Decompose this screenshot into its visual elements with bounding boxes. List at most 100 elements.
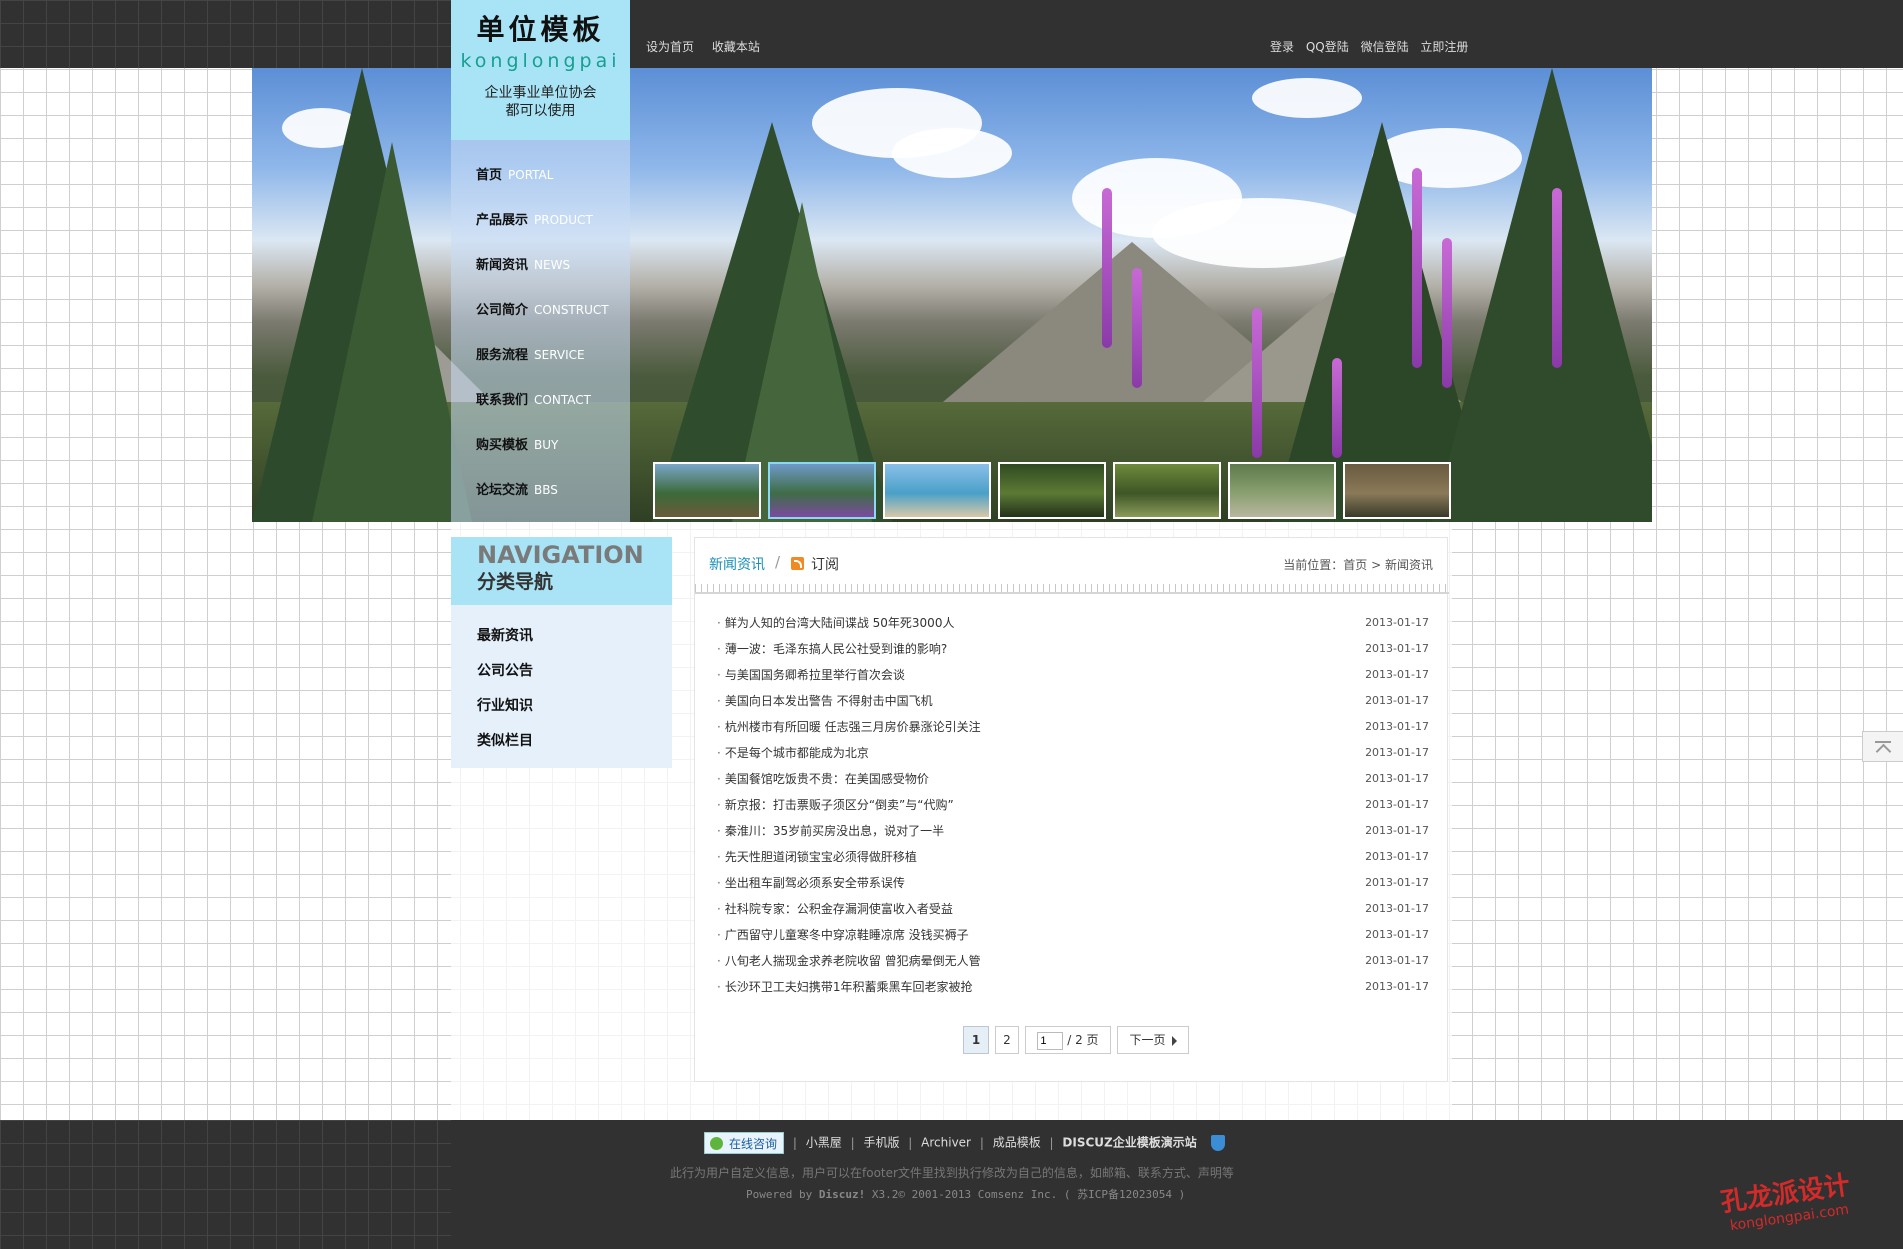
footer-link-archiver[interactable]: Archiver bbox=[921, 1136, 971, 1150]
news-title-link[interactable]: 广西留守儿童寒冬中穿凉鞋睡凉席 没钱买褥子 bbox=[725, 928, 969, 942]
section-title-link[interactable]: 新闻资讯 bbox=[709, 554, 765, 574]
bookmark-site-link[interactable]: 收藏本站 bbox=[712, 40, 760, 54]
news-title-link[interactable]: 美国餐馆吃饭贵不贵：在美国感受物价 bbox=[725, 772, 929, 786]
page-1-button[interactable]: 1 bbox=[963, 1026, 989, 1054]
security-shield-icon[interactable] bbox=[1210, 1135, 1225, 1151]
list-item: · 新京报：打击票贩子须区分“倒卖”与“代购” 2013-01-17 bbox=[717, 792, 1429, 818]
content-header: 新闻资讯 / 订阅 当前位置：首页 > 新闻资讯 bbox=[709, 553, 1433, 584]
news-date: 2013-01-17 bbox=[1365, 824, 1429, 837]
nav-item-en: CONSTRUCT bbox=[534, 303, 609, 317]
list-item: · 社科院专家：公积金存漏洞使富收入者受益 2013-01-17 bbox=[717, 896, 1429, 922]
page-jump: / 2 页 bbox=[1025, 1026, 1111, 1054]
category-item-industry[interactable]: 行业知识 bbox=[451, 689, 672, 724]
next-page-label: 下一页 bbox=[1129, 1033, 1166, 1047]
news-title-link[interactable]: 鲜为人知的台湾大陆间谍战 50年死3000人 bbox=[725, 616, 955, 630]
next-page-button[interactable]: 下一页 bbox=[1117, 1026, 1189, 1054]
subscribe-link[interactable]: 订阅 bbox=[811, 554, 839, 574]
qq-login-link[interactable]: QQ登陆 bbox=[1306, 40, 1349, 54]
page-jump-input[interactable] bbox=[1037, 1031, 1064, 1050]
news-title-link[interactable]: 长沙环卫工夫妇携带1年积蓄乘黑车回老家被抢 bbox=[725, 980, 973, 994]
footer-links: 在线咨询 | 小黑屋 | 手机版 | Archiver | 成品模板 | DIS… bbox=[704, 1132, 1225, 1156]
nav-item-product[interactable]: 产品展示 PRODUCT bbox=[476, 209, 593, 229]
news-content-panel: 新闻资讯 / 订阅 当前位置：首页 > 新闻资讯 · 鲜为人知的台湾大陆间谍战 5… bbox=[694, 537, 1449, 1082]
list-item: · 秦淮川：35岁前买房没出息，说对了一半 2013-01-17 bbox=[717, 818, 1429, 844]
category-nav-title-en: NAVIGATION bbox=[477, 541, 644, 569]
news-date: 2013-01-17 bbox=[1365, 772, 1429, 785]
category-item-latest[interactable]: 最新资讯 bbox=[451, 619, 672, 654]
banner-thumb-4[interactable] bbox=[998, 462, 1106, 519]
nav-item-en: PORTAL bbox=[508, 168, 554, 182]
breadcrumb-home[interactable]: 首页 bbox=[1343, 558, 1367, 572]
news-title-link[interactable]: 与美国国务卿希拉里举行首次会谈 bbox=[725, 668, 905, 682]
news-title-link[interactable]: 八旬老人揣现金求养老院收留 曾犯病晕倒无人管 bbox=[725, 954, 981, 968]
top-bar-grid-pattern bbox=[0, 0, 451, 68]
footer: 在线咨询 | 小黑屋 | 手机版 | Archiver | 成品模板 | DIS… bbox=[0, 1120, 1903, 1249]
banner-thumb-5[interactable] bbox=[1113, 462, 1221, 519]
category-item-announcements[interactable]: 公司公告 bbox=[451, 654, 672, 689]
wechat-login-link[interactable]: 微信登陆 bbox=[1361, 40, 1409, 54]
banner-thumb-3[interactable] bbox=[883, 462, 991, 519]
logo-tagline: 企业事业单位协会 都可以使用 bbox=[451, 84, 630, 120]
nav-item-en: SERVICE bbox=[534, 348, 585, 362]
list-item: · 不是每个城市都能成为北京 2013-01-17 bbox=[717, 740, 1429, 766]
news-title-link[interactable]: 杭州楼市有所回暖 任志强三月房价暴涨论引关注 bbox=[725, 720, 981, 734]
news-date: 2013-01-17 bbox=[1365, 798, 1429, 811]
news-date: 2013-01-17 bbox=[1365, 642, 1429, 655]
list-item: · 坐出租车副驾必须系安全带系误传 2013-01-17 bbox=[717, 870, 1429, 896]
footer-link-blacklist[interactable]: 小黑屋 bbox=[806, 1136, 842, 1150]
news-date: 2013-01-17 bbox=[1365, 720, 1429, 733]
news-title-link[interactable]: 社科院专家：公积金存漏洞使富收入者受益 bbox=[725, 902, 953, 916]
set-homepage-link[interactable]: 设为首页 bbox=[646, 40, 694, 54]
news-title-link[interactable]: 美国向日本发出警告 不得射击中国飞机 bbox=[725, 694, 933, 708]
nav-item-en: BUY bbox=[534, 438, 559, 452]
login-link[interactable]: 登录 bbox=[1270, 40, 1294, 54]
footer-link-demo-site[interactable]: DISCUZ企业模板演示站 bbox=[1062, 1136, 1196, 1150]
logo-tagline-line-2: 都可以使用 bbox=[505, 103, 576, 119]
news-date: 2013-01-17 bbox=[1365, 616, 1429, 629]
list-item: · 广西留守儿童寒冬中穿凉鞋睡凉席 没钱买褥子 2013-01-17 bbox=[717, 922, 1429, 948]
nav-item-construct[interactable]: 公司简介 CONSTRUCT bbox=[476, 299, 609, 319]
footer-sep: | bbox=[908, 1135, 913, 1150]
page-2-button[interactable]: 2 bbox=[995, 1026, 1019, 1054]
news-title-link[interactable]: 新京报：打击票贩子须区分“倒卖”与“代购” bbox=[725, 798, 954, 812]
news-title-link[interactable]: 坐出租车副驾必须系安全带系误传 bbox=[725, 876, 905, 890]
footer-link-mobile[interactable]: 手机版 bbox=[863, 1136, 899, 1150]
banner-thumb-6[interactable] bbox=[1228, 462, 1336, 519]
online-consult-button[interactable]: 在线咨询 bbox=[704, 1132, 785, 1154]
top-right-links: 登录 QQ登陆 微信登陆 立即注册 bbox=[1270, 38, 1476, 55]
page-total-label: / 2 页 bbox=[1067, 1033, 1099, 1047]
footer-link-templates[interactable]: 成品模板 bbox=[993, 1136, 1041, 1150]
top-bar: 设为首页 收藏本站 登录 QQ登陆 微信登陆 立即注册 bbox=[0, 0, 1903, 68]
nav-item-cn: 产品展示 bbox=[476, 213, 529, 228]
nav-item-cn: 新闻资讯 bbox=[476, 258, 529, 273]
category-item-similar[interactable]: 类似栏目 bbox=[451, 724, 672, 759]
news-title-link[interactable]: 先天性胆道闭锁宝宝必须得做肝移植 bbox=[725, 850, 917, 864]
nav-item-service[interactable]: 服务流程 SERVICE bbox=[476, 344, 585, 364]
back-to-top-icon[interactable] bbox=[1862, 731, 1903, 762]
news-date: 2013-01-17 bbox=[1365, 980, 1429, 993]
icp-link[interactable]: ( 苏ICP备12023054 ) bbox=[1064, 1188, 1185, 1201]
nav-item-portal[interactable]: 首页 PORTAL bbox=[476, 164, 553, 184]
banner-thumb-7[interactable] bbox=[1343, 462, 1451, 519]
list-item: · 杭州楼市有所回暖 任志强三月房价暴涨论引关注 2013-01-17 bbox=[717, 714, 1429, 740]
powered-brand-link[interactable]: Discuz! bbox=[819, 1188, 865, 1201]
site-logo[interactable]: 单位模板 konglongpai 企业事业单位协会 都可以使用 bbox=[451, 0, 630, 140]
news-title-link[interactable]: 不是每个城市都能成为北京 bbox=[725, 746, 869, 760]
banner-thumb-1[interactable] bbox=[653, 462, 761, 519]
main-navigation: 首页 PORTAL 产品展示 PRODUCT 新闻资讯 NEWS 公司简介 CONSTR… bbox=[451, 140, 630, 522]
nav-item-buy[interactable]: 购买模板 BUY bbox=[476, 434, 558, 454]
footer-sep: | bbox=[850, 1135, 855, 1150]
breadcrumb-prefix: 当前位置： bbox=[1283, 558, 1344, 572]
breadcrumb-current[interactable]: 新闻资讯 bbox=[1385, 558, 1433, 572]
news-title-link[interactable]: 秦淮川：35岁前买房没出息，说对了一半 bbox=[725, 824, 944, 838]
banner-thumb-2[interactable] bbox=[768, 462, 876, 519]
news-title-link[interactable]: 薄一波：毛泽东搞人民公社受到谁的影响? bbox=[725, 642, 947, 656]
rss-icon[interactable] bbox=[791, 557, 804, 570]
list-item: · 先天性胆道闭锁宝宝必须得做肝移植 2013-01-17 bbox=[717, 844, 1429, 870]
nav-item-bbs[interactable]: 论坛交流 BBS bbox=[476, 479, 558, 499]
nav-item-contact[interactable]: 联系我们 CONTACT bbox=[476, 389, 591, 409]
news-date: 2013-01-17 bbox=[1365, 668, 1429, 681]
nav-item-news[interactable]: 新闻资讯 NEWS bbox=[476, 254, 570, 274]
news-date: 2013-01-17 bbox=[1365, 876, 1429, 889]
register-link[interactable]: 立即注册 bbox=[1420, 40, 1468, 54]
